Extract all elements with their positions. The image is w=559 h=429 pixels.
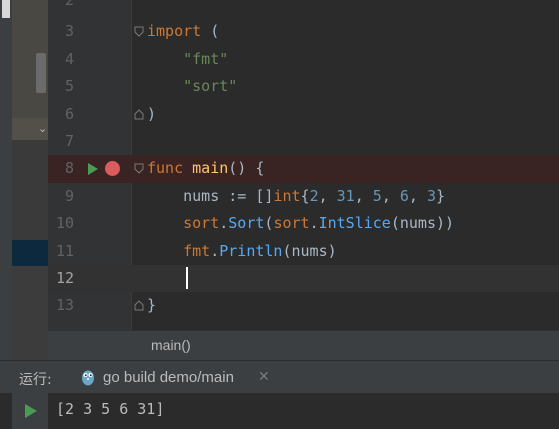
line-number: 2 <box>64 0 74 9</box>
fold-end-icon[interactable] <box>134 101 144 128</box>
line-number: 12 <box>55 269 74 287</box>
line-number: 4 <box>64 49 74 68</box>
code-text: nums := []int{2, 31, 5, 6, 3} <box>147 186 446 205</box>
fold-marker-icon[interactable] <box>134 155 144 182</box>
line-number: 11 <box>55 241 74 260</box>
run-triangle-icon[interactable] <box>25 404 37 418</box>
gopher-icon <box>82 370 94 386</box>
code-line[interactable]: 4 "fmt" <box>48 46 559 73</box>
text-caret <box>186 267 188 289</box>
close-icon[interactable]: ✕ <box>258 369 270 385</box>
code-line[interactable]: 3 import ( <box>48 18 559 45</box>
line-number: 9 <box>64 186 74 205</box>
code-line[interactable]: 11 fmt.Println(nums) <box>48 238 559 265</box>
left-tool-strip <box>0 0 12 360</box>
code-text: ) <box>147 104 157 123</box>
code-line-breakpoint[interactable]: 8 func main() { <box>48 155 559 183</box>
project-panel-scrollbar[interactable] <box>36 53 46 93</box>
line-number: 3 <box>64 22 74 41</box>
code-line-current[interactable]: 12 <box>48 265 559 293</box>
code-text: } <box>147 296 157 315</box>
breadcrumb-item[interactable]: main() <box>151 337 191 353</box>
line-number: 10 <box>55 214 74 233</box>
project-panel-list <box>12 140 48 240</box>
line-number: 6 <box>64 104 74 123</box>
code-line[interactable]: 6 ) <box>48 101 559 128</box>
code-line[interactable]: 10 sort.Sort(sort.IntSlice(nums)) <box>48 210 559 237</box>
line-number: 13 <box>55 296 74 315</box>
run-tab[interactable]: go build demo/main ✕ <box>74 361 284 394</box>
code-text: fmt.Println(nums) <box>183 241 337 260</box>
project-panel-selected-row[interactable] <box>12 240 48 266</box>
line-number: 7 <box>64 132 74 150</box>
line-number: 5 <box>64 77 74 96</box>
code-line[interactable]: 13 } <box>48 292 559 319</box>
tool-strip-indicator <box>2 0 10 18</box>
code-text: "sort" <box>183 77 238 96</box>
breakpoint-icon[interactable] <box>105 161 120 177</box>
run-panel-header: 运行: go build demo/main ✕ <box>0 360 559 393</box>
code-text: import ( <box>147 22 220 41</box>
line-number: 8 <box>64 159 74 178</box>
code-text: sort.Sort(sort.IntSlice(nums)) <box>183 214 455 233</box>
code-line[interactable]: 5 "sort" <box>48 73 559 100</box>
code-line[interactable]: 7 <box>48 128 559 155</box>
run-panel-label: 运行: <box>19 372 52 388</box>
code-text: func main() { <box>147 159 265 178</box>
breadcrumb: main() <box>48 330 559 360</box>
fold-end-icon[interactable] <box>134 292 144 319</box>
run-triangle-icon[interactable] <box>87 163 99 176</box>
fold-marker-icon[interactable] <box>134 18 144 45</box>
code-text: "fmt" <box>183 49 229 68</box>
console-output: [2 3 5 6 31] <box>56 400 165 418</box>
chevron-down-icon[interactable]: ⌄ <box>38 122 47 136</box>
code-line[interactable]: 9 nums := []int{2, 31, 5, 6, 3} <box>48 183 559 210</box>
project-panel-lower <box>12 266 48 360</box>
code-line[interactable]: 2 <box>48 0 559 14</box>
run-tab-title: go build demo/main <box>103 369 234 386</box>
